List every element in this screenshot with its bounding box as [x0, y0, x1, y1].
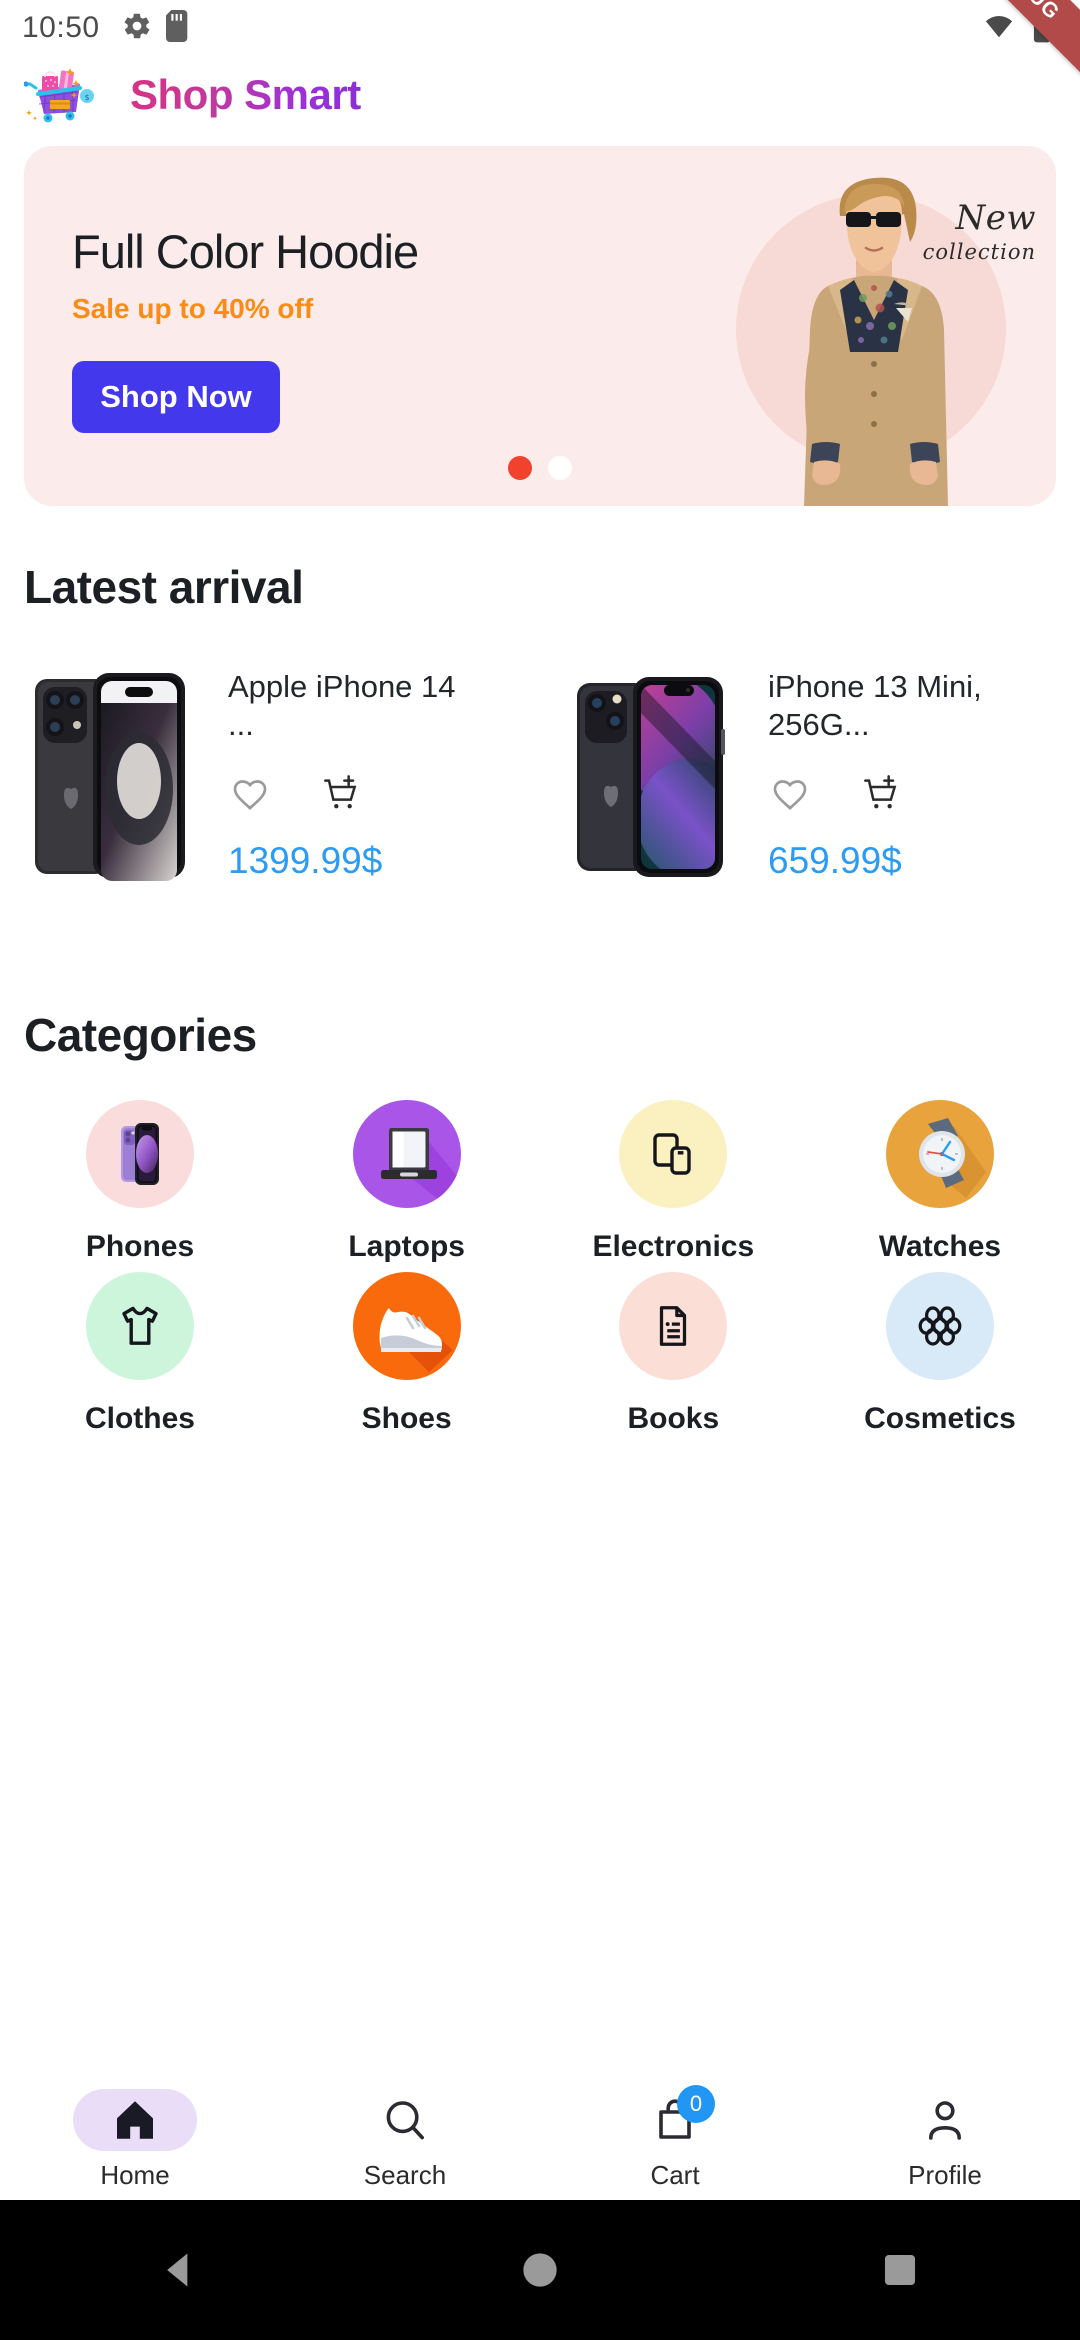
- category-icon-bg: [619, 1100, 728, 1208]
- category-label: Electronics: [592, 1230, 755, 1263]
- latest-arrival-heading: Latest arrival: [24, 561, 304, 613]
- latest-arrival-list: Apple iPhone 14 ... 1399.99$ iPhone 13 M…: [0, 660, 1080, 886]
- nav-item-profile[interactable]: Profile: [810, 2089, 1080, 2191]
- gear-icon: [122, 11, 152, 46]
- android-back-button[interactable]: [120, 2200, 240, 2340]
- home-circle-icon: [523, 2253, 557, 2287]
- category-label: Laptops: [348, 1230, 465, 1263]
- product-price: 1399.99$: [228, 839, 383, 881]
- add-to-cart-icon: [324, 774, 357, 808]
- banner-overlay-text: New collection: [923, 198, 1036, 264]
- favorite-button[interactable]: [228, 772, 272, 816]
- product-price: 659.99$: [768, 839, 902, 881]
- product-card[interactable]: iPhone 13 Mini, 256G... 659.99$: [540, 660, 1080, 886]
- add-to-cart-button[interactable]: [320, 772, 364, 816]
- category-label: Shoes: [361, 1402, 452, 1435]
- nav-item-home[interactable]: Home: [0, 2089, 270, 2191]
- carousel-dots[interactable]: [508, 456, 572, 480]
- carousel-dot-1[interactable]: [508, 456, 532, 480]
- wifi-icon: [982, 11, 1016, 46]
- category-shoes[interactable]: Shoes: [297, 1272, 517, 1436]
- category-icon-bg: [352, 1272, 461, 1380]
- app-screen: 10:50 $ Shop Smart New collection Full C…: [0, 0, 1080, 2340]
- person-icon: [929, 2101, 961, 2140]
- tshirt-icon: [122, 1306, 158, 1345]
- status-bar-clock: 10:50: [22, 11, 100, 44]
- watch-icon: [918, 1118, 986, 1198]
- status-bar: 10:50: [0, 0, 1080, 85]
- categories-grid: Phones Laptops Electronics Watches Cloth…: [0, 1100, 1080, 1436]
- android-navigation-bar: [0, 2200, 1080, 2340]
- shopping-cart-emoji: $: [24, 68, 94, 123]
- category-watches[interactable]: Watches: [830, 1100, 1050, 1264]
- document-icon: [660, 1306, 687, 1346]
- category-icon-bg: [885, 1100, 994, 1208]
- android-home-button[interactable]: [480, 2200, 600, 2340]
- back-triangle-icon: [167, 2253, 188, 2287]
- laptop-icon: [380, 1128, 457, 1200]
- product-name: Apple iPhone 14 ...: [228, 669, 456, 742]
- banner-subtitle: Sale up to 40% off: [72, 293, 314, 324]
- product-card[interactable]: Apple iPhone 14 ... 1399.99$: [0, 660, 540, 886]
- nav-label: Search: [363, 2160, 447, 2190]
- category-laptops[interactable]: Laptops: [297, 1100, 517, 1264]
- banner-overlay-line2: collection: [922, 240, 1036, 264]
- category-cosmetics[interactable]: Cosmetics: [830, 1272, 1050, 1436]
- category-label: Books: [627, 1402, 720, 1435]
- recents-square-icon: [884, 2254, 916, 2286]
- category-label: Clothes: [84, 1402, 195, 1435]
- flower-icon: [918, 1306, 962, 1346]
- category-icon-bg: [885, 1272, 994, 1380]
- categories-row-1: Phones Laptops Electronics Watches: [30, 1100, 1050, 1264]
- shop-now-button[interactable]: Shop Now: [72, 361, 280, 433]
- category-electronics[interactable]: Electronics: [563, 1100, 783, 1264]
- sd-card-icon: [165, 9, 190, 47]
- product-image: [566, 666, 736, 886]
- category-label: Phones: [85, 1230, 195, 1263]
- favorite-button[interactable]: [768, 772, 812, 816]
- android-recents-button[interactable]: [840, 2200, 960, 2340]
- add-to-cart-icon: [864, 774, 897, 808]
- sneaker-icon: [379, 1308, 453, 1372]
- cart-badge: 0: [677, 2085, 715, 2123]
- banner-overlay-line1: New: [955, 198, 1036, 238]
- nav-label: Cart: [650, 2160, 700, 2190]
- home-icon: [117, 2101, 153, 2139]
- nav-item-search[interactable]: Search: [270, 2089, 540, 2191]
- category-books[interactable]: Books: [563, 1272, 783, 1436]
- product-image: [26, 666, 196, 886]
- app-logo: $: [22, 64, 96, 126]
- heart-icon: [233, 779, 267, 810]
- product-name: iPhone 13 Mini, 256G...: [768, 669, 982, 742]
- nav-label: Home: [100, 2160, 170, 2190]
- category-phones[interactable]: Phones: [30, 1100, 250, 1264]
- category-icon-bg: [352, 1100, 461, 1208]
- search-icon: [386, 2101, 424, 2140]
- heart-icon: [773, 779, 807, 810]
- nav-item-cart[interactable]: 0 Cart: [540, 2085, 810, 2191]
- category-label: Watches: [878, 1230, 1002, 1263]
- phone-icon: [121, 1123, 159, 1185]
- category-icon-bg: [619, 1272, 728, 1380]
- category-label: Cosmetics: [864, 1402, 1016, 1435]
- add-to-cart-button[interactable]: [860, 772, 904, 816]
- bottom-navigation: Home Search 0 Cart Profile: [0, 2080, 1080, 2200]
- nav-label: Profile: [908, 2160, 982, 2190]
- app-header: $ Shop Smart: [0, 56, 1080, 134]
- category-icon-bg: [86, 1272, 194, 1380]
- banner-title: Full Color Hoodie: [72, 225, 419, 278]
- promo-banner[interactable]: New collection Full Color Hoodie Sale up…: [24, 146, 1056, 506]
- devices-icon: [653, 1133, 692, 1175]
- category-clothes[interactable]: Clothes: [30, 1272, 250, 1436]
- category-icon-bg: [86, 1100, 194, 1208]
- carousel-dot-2[interactable]: [548, 456, 572, 480]
- categories-heading: Categories: [24, 1009, 257, 1061]
- categories-row-2: Clothes Shoes Books Cosmetics: [30, 1272, 1050, 1436]
- app-title: Shop Smart: [130, 71, 361, 118]
- svg-text:$: $: [84, 93, 89, 102]
